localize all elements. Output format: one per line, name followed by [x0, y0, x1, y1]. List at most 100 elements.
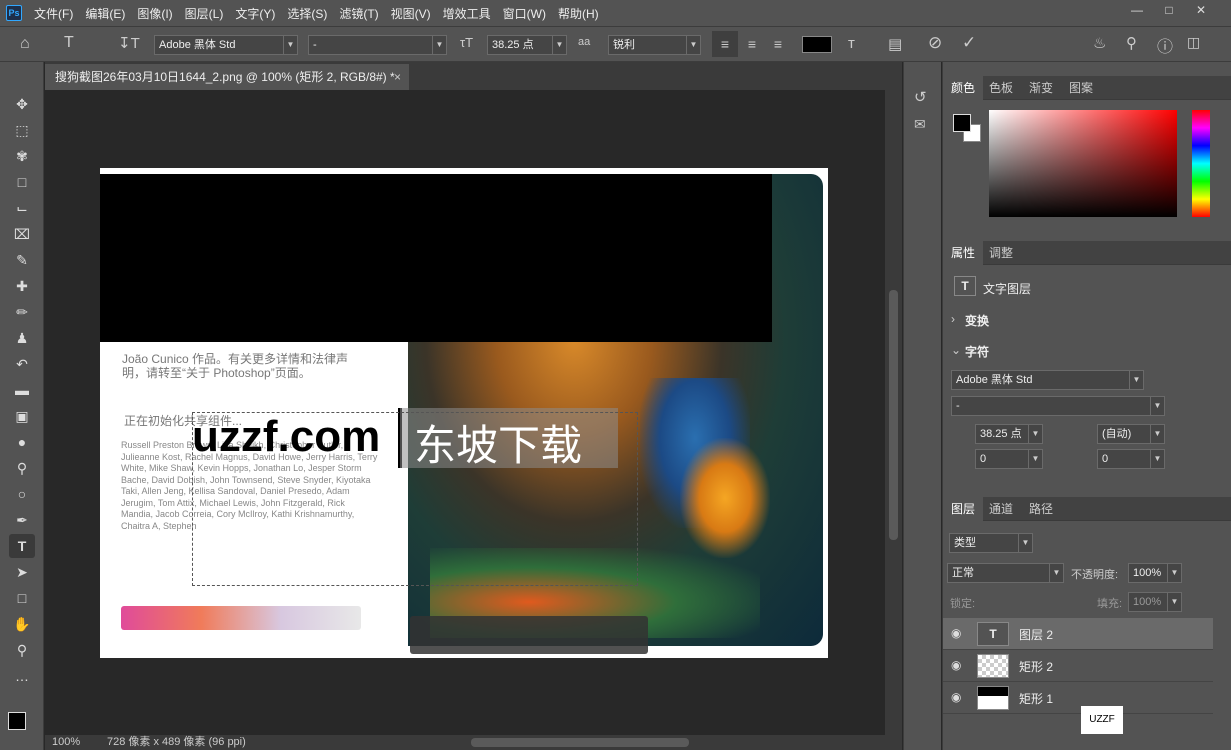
bell-icon[interactable]: ♨	[1093, 34, 1106, 52]
healing-brush-icon[interactable]: ✚	[9, 274, 35, 298]
document-canvas[interactable]: João Cunico 作品。有关更多详情和法律声明，请转至“关于 Photos…	[100, 168, 828, 658]
commit-check-icon[interactable]: ✓	[962, 33, 976, 53]
horizontal-scrollbar-thumb[interactable]	[471, 738, 689, 747]
eyedropper-tool-icon[interactable]: ✎	[9, 248, 35, 272]
menu-filter[interactable]: 滤镜(T)	[339, 5, 378, 22]
stamp-tool-icon[interactable]: ♟	[9, 326, 35, 350]
tab-swatches[interactable]: 色板	[981, 76, 1021, 100]
transform-chevron-icon[interactable]: ›	[951, 312, 955, 326]
gradient-tool-icon[interactable]: ▣	[9, 404, 35, 428]
warp-text-icon[interactable]: т	[848, 35, 855, 52]
layer-row[interactable]: ◉ 矩形 2	[943, 650, 1213, 682]
history-icon[interactable]: ↺	[914, 88, 927, 106]
antialias-select[interactable]: 锐利 ▼	[608, 35, 701, 55]
comments-icon[interactable]: ✉	[914, 116, 926, 133]
history-brush-icon[interactable]: ↶	[9, 352, 35, 376]
props-font-family-select[interactable]: Adobe 黑体 Std ▼	[951, 370, 1144, 390]
foreground-color-swatch[interactable]	[8, 712, 26, 730]
hue-slider[interactable]	[1192, 110, 1210, 217]
lasso-tool-icon[interactable]: ✾	[9, 144, 35, 168]
help-icon[interactable]: ⓘ	[1157, 33, 1173, 57]
hand-tool-icon[interactable]: ✋	[9, 612, 35, 636]
type-tool-preset-icon[interactable]: T	[64, 34, 74, 52]
tab-adjustments[interactable]: 调整	[981, 241, 1021, 265]
menu-edit[interactable]: 编辑(E)	[85, 5, 125, 22]
shape-layer-thumb	[977, 654, 1009, 678]
frame-tool-icon[interactable]: ⌧	[9, 222, 35, 246]
tab-color[interactable]: 颜色	[943, 76, 984, 100]
menu-select[interactable]: 选择(S)	[287, 5, 327, 22]
opacity-field[interactable]: 100% ▼	[1128, 563, 1182, 583]
layer-filter-select[interactable]: 类型 ▼	[949, 533, 1033, 553]
tab-layers[interactable]: 图层	[943, 497, 984, 521]
character-section[interactable]: 字符	[965, 343, 989, 360]
text-color-swatch[interactable]	[802, 36, 832, 53]
leading-field[interactable]: (自动) ▼	[1097, 424, 1165, 444]
path-select-icon[interactable]: ➤	[9, 560, 35, 584]
home-icon[interactable]: ⌂	[20, 35, 30, 53]
transform-section[interactable]: 变换	[965, 312, 989, 329]
eraser-tool-icon[interactable]: ▬	[9, 378, 35, 402]
align-center-icon[interactable]: ≡	[740, 31, 764, 57]
marquee-tool-icon[interactable]: ⬚	[9, 118, 35, 142]
more-tools-icon[interactable]: …	[9, 664, 35, 688]
font-size-select[interactable]: 38.25 点 ▼	[487, 35, 567, 55]
text-bounding-box[interactable]	[192, 412, 638, 586]
eye-icon[interactable]: ◉	[951, 658, 961, 672]
tab-properties[interactable]: 属性	[943, 241, 984, 265]
rectangle-tool-icon[interactable]: □	[9, 586, 35, 610]
menu-file[interactable]: 文件(F)	[34, 5, 73, 22]
menu-view[interactable]: 视图(V)	[391, 5, 431, 22]
props-font-style-select[interactable]: - ▼	[951, 396, 1165, 416]
brush-tool-icon[interactable]: ✏	[9, 300, 35, 324]
font-family-select[interactable]: Adobe 黑体 Std ▼	[154, 35, 298, 55]
align-left-icon[interactable]: ≡	[712, 31, 738, 57]
menu-type[interactable]: 文字(Y)	[235, 5, 275, 22]
vertical-scrollbar[interactable]	[885, 90, 902, 735]
menu-window[interactable]: 窗口(W)	[503, 5, 546, 22]
fill-field[interactable]: 100% ▼	[1128, 592, 1182, 612]
menu-image[interactable]: 图像(I)	[137, 5, 172, 22]
zoom-level[interactable]: 100%	[52, 735, 80, 750]
search-icon[interactable]: ⚲	[1126, 34, 1137, 52]
menu-plugins[interactable]: 增效工具	[443, 5, 491, 22]
document-tab[interactable]: 搜狗截图26年03月10日1644_2.png @ 100% (矩形 2, RG…	[45, 64, 409, 90]
workspace-icon[interactable]: ◫	[1187, 34, 1200, 51]
pen-tool-icon[interactable]: ✒	[9, 508, 35, 532]
dodge-tool-icon[interactable]: ⚲	[9, 456, 35, 480]
close-tab-icon[interactable]: ×	[394, 64, 401, 90]
move-tool-icon[interactable]: ✥	[9, 92, 35, 116]
font-style-select[interactable]: - ▼	[308, 35, 447, 55]
kerning-field[interactable]: 0 ▼	[975, 449, 1043, 469]
fg-color-swatch[interactable]	[953, 114, 971, 132]
layer-row[interactable]: ◉ T 图层 2	[943, 618, 1213, 650]
align-right-icon[interactable]: ≡	[766, 31, 790, 57]
tab-channels[interactable]: 通道	[981, 497, 1021, 521]
color-field[interactable]	[989, 110, 1177, 217]
tab-gradients[interactable]: 渐变	[1021, 76, 1061, 100]
zoom-tool-icon[interactable]: ⚲	[9, 638, 35, 662]
dodge-burn-icon[interactable]: ○	[9, 482, 35, 506]
maximize-button[interactable]: □	[1153, 0, 1185, 20]
props-font-size-field[interactable]: 38.25 点 ▼	[975, 424, 1043, 444]
minimize-button[interactable]: —	[1121, 0, 1153, 20]
eye-icon[interactable]: ◉	[951, 690, 961, 704]
menu-help[interactable]: 帮助(H)	[558, 5, 599, 22]
cancel-icon[interactable]: ⊘	[928, 33, 942, 53]
close-window-button[interactable]: ✕	[1185, 0, 1217, 20]
character-panel-icon[interactable]: ▤	[888, 35, 902, 53]
tab-patterns[interactable]: 图案	[1061, 76, 1101, 100]
crop-tool-icon[interactable]: ⌙	[9, 196, 35, 220]
layer-row[interactable]: ◉ 矩形 1	[943, 682, 1213, 714]
tracking-field[interactable]: 0 ▼	[1097, 449, 1165, 469]
menu-layer[interactable]: 图层(L)	[185, 5, 224, 22]
tab-paths[interactable]: 路径	[1021, 497, 1061, 521]
type-tool-icon[interactable]: T	[9, 534, 35, 558]
eye-icon[interactable]: ◉	[951, 626, 961, 640]
scrollbar-thumb[interactable]	[889, 290, 898, 540]
blur-tool-icon[interactable]: ●	[9, 430, 35, 454]
blend-mode-select[interactable]: 正常 ▼	[947, 563, 1064, 583]
text-orientation-icon[interactable]: ↧T	[118, 34, 140, 52]
character-chevron-icon[interactable]: ⌄	[951, 343, 961, 357]
object-select-tool-icon[interactable]: □	[9, 170, 35, 194]
